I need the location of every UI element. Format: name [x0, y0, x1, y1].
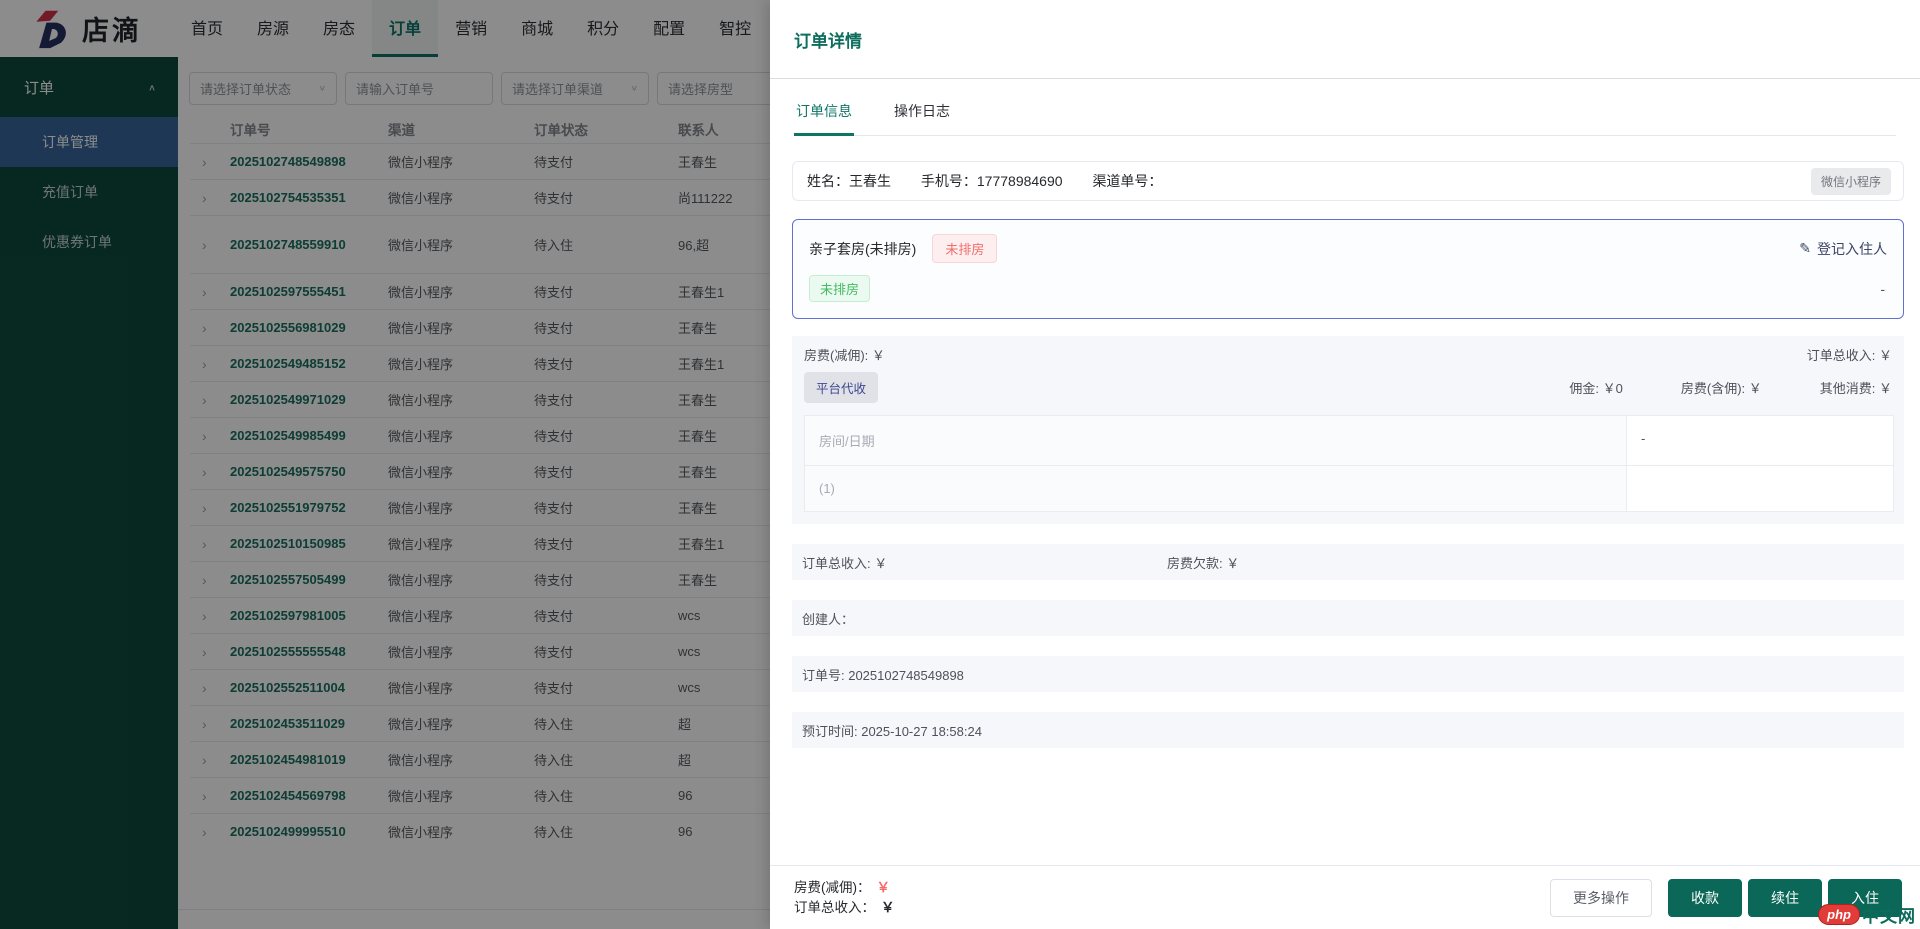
- order-no-text: 订单号: 2025102748549898: [802, 665, 964, 684]
- room-row-label: (1): [805, 466, 1627, 511]
- income-arrears-strip: 订单总收入: ￥ 房费欠款: ￥: [792, 544, 1904, 580]
- commission-label: 佣金: ￥0: [1569, 378, 1622, 397]
- watermark-text: 中文网: [1862, 902, 1916, 927]
- guest-phone: 17778984690: [977, 173, 1063, 189]
- other-consume-label: 其他消费: ￥: [1820, 378, 1892, 397]
- drawer-tabs: 订单信息 操作日志: [794, 79, 1896, 136]
- pencil-icon: ✎: [1799, 240, 1811, 257]
- footer-room-fee-value: ￥: [877, 880, 891, 895]
- room-card-row-2: 未排房 -: [809, 275, 1887, 302]
- room-card: 亲子套房(未排房) 未排房 ✎ 登记入住人 未排房 -: [792, 219, 1904, 319]
- channel-badge: 微信小程序: [1811, 168, 1891, 195]
- room-row-value: [1627, 466, 1893, 511]
- drawer-body: 姓名：王春生 手机号：17778984690 渠道单号： 微信小程序 亲子套房(…: [770, 136, 1920, 865]
- tab-operation-log[interactable]: 操作日志: [892, 91, 952, 136]
- register-guest-link[interactable]: ✎ 登记入住人: [1799, 239, 1887, 259]
- creator-strip: 创建人：: [792, 600, 1904, 636]
- unassigned-tag-badge: 未排房: [809, 275, 870, 302]
- room-type-name: 亲子套房(未排房): [809, 239, 916, 259]
- fee-row-2: 平台代收 佣金: ￥0 房费(含佣): ￥ 其他消费: ￥: [804, 372, 1894, 403]
- app: 店滴 首页房源房态订单营销商城积分配置智控权限会员账号 订单 ∧ 订单管理充值订…: [0, 0, 1920, 929]
- drawer-header: 订单详情: [770, 0, 1920, 79]
- guest-name: 王春生: [849, 173, 891, 189]
- unassigned-status-badge: 未排房: [932, 234, 997, 263]
- platform-collect-badge: 平台代收: [804, 372, 878, 403]
- footer-room-fee-label: 房费(减佣)：: [794, 880, 871, 895]
- footer-summary: 房费(减佣)：￥ 订单总收入：￥: [794, 878, 895, 918]
- guest-name-label: 姓名：: [807, 173, 849, 189]
- guest-phone-label: 手机号：: [921, 173, 977, 189]
- fee-section: 房费(减佣): ￥ 订单总收入: ￥ 平台代收 佣金: ￥0 房费(含佣): ￥…: [792, 336, 1904, 524]
- order-no-strip: 订单号: 2025102748549898: [792, 656, 1904, 692]
- watermark-php-logo: php: [1818, 904, 1860, 925]
- creator-label: 创建人：: [802, 609, 854, 628]
- book-time-text: 预订时间: 2025-10-27 18:58:24: [802, 721, 982, 740]
- footer-total-income-label: 订单总收入：: [794, 900, 875, 915]
- collect-payment-button[interactable]: 收款: [1668, 879, 1742, 917]
- total-income-label: 订单总收入: ￥: [1807, 345, 1892, 364]
- room-card-row-1: 亲子套房(未排房) 未排房 ✎ 登记入住人: [809, 234, 1887, 263]
- order-total-income: 订单总收入: ￥: [802, 553, 1167, 572]
- more-actions-button[interactable]: 更多操作: [1550, 879, 1652, 917]
- order-detail-drawer: 订单详情 订单信息 操作日志 姓名：王春生 手机号：17778984690 渠道…: [770, 0, 1920, 929]
- guest-info-text: 姓名：王春生 手机号：17778984690 渠道单号：: [807, 171, 1188, 191]
- room-date-header-value: -: [1627, 416, 1893, 465]
- register-guest-label: 登记入住人: [1817, 239, 1887, 259]
- channel-no-label: 渠道单号：: [1092, 173, 1162, 189]
- footer-total-income-value: ￥: [881, 900, 895, 915]
- room-fee-arrears: 房费欠款: ￥: [1167, 553, 1239, 572]
- book-time-strip: 预订时间: 2025-10-27 18:58:24: [792, 712, 1904, 748]
- tab-order-info[interactable]: 订单信息: [794, 91, 854, 136]
- room-fee-label: 房费(减佣): ￥: [804, 345, 885, 364]
- php-cn-watermark: php 中文网: [1818, 902, 1916, 927]
- room-date-table: 房间/日期 - (1): [804, 415, 1894, 512]
- drawer-footer: 房费(减佣)：￥ 订单总收入：￥ 更多操作 收款 续住 入住: [770, 865, 1920, 929]
- extend-stay-button[interactable]: 续住: [1748, 879, 1822, 917]
- room-fee-incl-label: 房费(含佣): ￥: [1681, 378, 1762, 397]
- room-table-data-row: (1): [805, 465, 1893, 511]
- fee-row-1: 房费(减佣): ￥ 订单总收入: ￥: [804, 345, 1894, 364]
- guest-info-card: 姓名：王春生 手机号：17778984690 渠道单号： 微信小程序: [792, 161, 1904, 201]
- room-value: -: [1880, 281, 1887, 297]
- room-table-header-row: 房间/日期 -: [805, 416, 1893, 465]
- room-date-header: 房间/日期: [805, 416, 1627, 465]
- drawer-title: 订单详情: [794, 27, 862, 52]
